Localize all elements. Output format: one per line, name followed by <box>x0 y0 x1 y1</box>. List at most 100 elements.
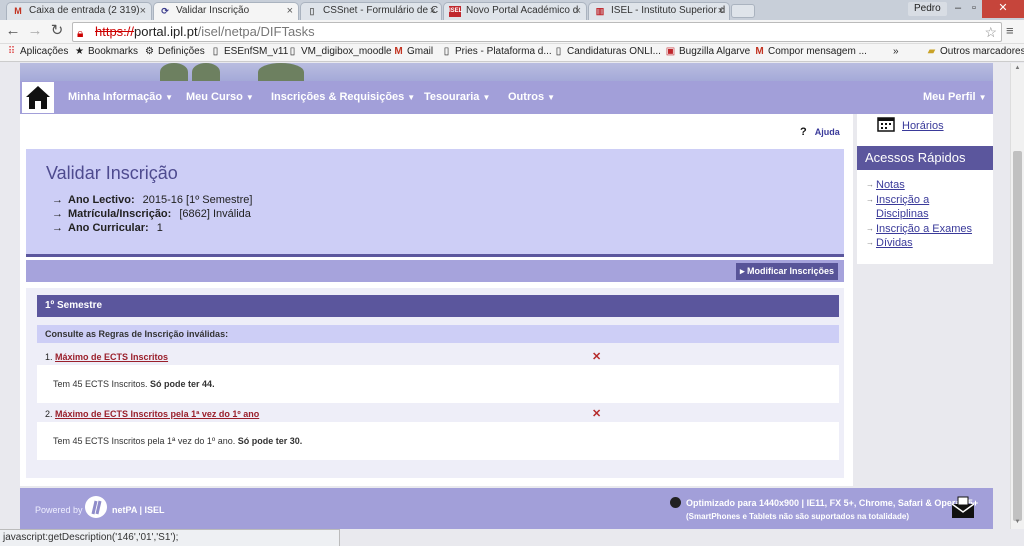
browser-support-text: Optimizado para 1440x900 | IE11, FX 5+, … <box>686 498 979 508</box>
nav-minha-informacao[interactable]: Minha Informação ▼ <box>68 91 173 103</box>
arrow-right-icon: → <box>52 208 63 220</box>
page-viewport: Minha Informação ▼ Meu Curso ▼ Inscrições … <box>0 63 1010 529</box>
modificar-inscricoes-button[interactable]: ▸ Modificar Inscrições <box>735 263 838 280</box>
quick-link-inscricao-disciplinas[interactable]: Inscrição a <box>866 193 972 208</box>
netpa-logo-icon <box>85 496 107 518</box>
url-host: portal.ipl.pt <box>134 24 198 39</box>
rule-link[interactable]: Máximo de ECTS Inscritos pela 1ª vez do … <box>55 409 259 419</box>
url-path: /isel/netpa/DIFTasks <box>197 24 315 39</box>
footer-brand: netPA | ISEL <box>112 505 165 515</box>
bookmark-compor-mensagem[interactable]: M Compor mensagem ... <box>754 46 867 57</box>
gmail-icon: M <box>755 46 764 57</box>
insecure-lock-icon: 🔒︎ <box>77 26 84 40</box>
tab-title: Caixa de entrada (2 319) <box>29 5 140 16</box>
chevron-down-icon: ▼ <box>482 93 491 102</box>
bookmarks-bar: ⠿ Aplicações ★ Bookmarks ⚙ Definições ▯ ESEn… <box>0 44 1024 62</box>
close-tab-icon[interactable]: × <box>575 5 581 17</box>
header-banner-image <box>20 63 993 81</box>
bookmark-candidaturas[interactable]: ▯ Candidaturas ONLI... <box>553 46 661 57</box>
chevron-down-icon: ▼ <box>165 93 174 102</box>
browser-tab-cssnet[interactable]: ▯ CSSnet - Formulário de C × <box>300 2 442 20</box>
tab-title: CSSnet - Formulário de C <box>323 5 439 16</box>
quick-link-inscricao-exames[interactable]: Inscrição a Exames <box>866 222 972 237</box>
close-window-icon[interactable]: ✕ <box>982 0 1024 18</box>
acessos-rapidos-header: Acessos Rápidos <box>857 146 993 170</box>
bookmark-bugzilla[interactable]: ▣ Bugzilla Algarve <box>665 46 750 57</box>
nav-meu-perfil[interactable]: Meu Perfil ▼ <box>923 91 987 103</box>
page-scrollbar[interactable]: ▲ ▼ <box>1010 63 1024 529</box>
home-icon[interactable] <box>22 82 54 113</box>
close-tab-icon[interactable]: × <box>140 5 146 17</box>
status-bar: javascript:getDescription('146','01','S1… <box>0 529 340 546</box>
bookmark-definicoes[interactable]: ⚙ Definições <box>144 46 205 57</box>
isel-icon: ISEL <box>449 6 462 17</box>
scroll-up-icon[interactable]: ▲ <box>1013 65 1022 71</box>
enrollment-summary-panel: Validar Inscrição → Ano Lectivo: 2015-16 [… <box>26 149 844 257</box>
bookmarks-overflow[interactable]: » <box>893 46 899 57</box>
bookmark-apps[interactable]: ⠿ Aplicações <box>6 46 69 57</box>
gmail-icon: M <box>14 6 22 16</box>
scroll-down-icon[interactable]: ▼ <box>1013 519 1022 525</box>
folder-icon: ▰ <box>927 46 936 57</box>
browser-tab-isel[interactable]: ▥ ISEL - Instituto Superior d × <box>588 2 730 20</box>
quick-link-inscricao-disciplinas-cont[interactable]: Disciplinas <box>867 207 972 222</box>
bookmark-outros-marcadores[interactable]: ▰ Outros marcadores <box>926 46 1024 57</box>
bookmark-vm-digibox[interactable]: ▯ VM_digibox_moodle <box>287 46 392 57</box>
gear-icon: ⚙ <box>145 46 154 57</box>
bookmark-gmail[interactable]: M Gmail <box>393 46 433 57</box>
forward-icon[interactable]: → <box>26 22 44 40</box>
nav-outros[interactable]: Outros ▼ <box>508 91 555 103</box>
chevron-down-icon: ▼ <box>407 93 416 102</box>
ipl-icon: ⟳ <box>161 6 169 16</box>
nav-tesouraria[interactable]: Tesouraria ▼ <box>424 91 490 103</box>
nav-inscricoes-requisicoes[interactable]: Inscrições & Requisições ▼ <box>271 91 415 103</box>
back-icon[interactable]: ← <box>4 22 22 40</box>
envelope-icon[interactable] <box>950 495 976 521</box>
address-bar[interactable]: 🔒︎ https://portal.ipl.pt/isel/netpa/DIFT… <box>72 22 1002 42</box>
browser-tab-bar: M Caixa de entrada (2 319) × ⟳ Validar I… <box>0 0 1024 20</box>
page-icon: ▯ <box>309 6 315 16</box>
browser-tab-validar[interactable]: ⟳ Validar Inscrição × <box>153 2 299 20</box>
close-tab-icon[interactable]: × <box>430 5 436 17</box>
reload-icon[interactable]: ↻ <box>48 22 66 40</box>
nav-meu-curso[interactable]: Meu Curso ▼ <box>186 91 254 103</box>
main-content: ? Ajuda Validar Inscrição → Ano Lectivo: 20… <box>20 114 853 486</box>
browser-tab-gmail[interactable]: M Caixa de entrada (2 319) × <box>6 2 152 20</box>
rule-description: Tem 45 ECTS Inscritos. Só pode ter 44. <box>37 365 839 403</box>
browser-toolbar: ← → ↻ 🔒︎ https://portal.ipl.pt/isel/netp… <box>0 20 1024 44</box>
semester-header: 1º Semestre <box>37 295 839 317</box>
profile-button[interactable]: Pedro <box>908 2 947 16</box>
bookmark-bookmarks[interactable]: ★ Bookmarks <box>74 46 138 57</box>
browser-tab-novo-portal[interactable]: ISEL Novo Portal Académico d × <box>443 2 587 20</box>
chevron-down-icon: ▼ <box>978 93 987 102</box>
new-tab-button[interactable] <box>731 4 755 18</box>
rule-description: Tem 45 ECTS Inscritos pela 1ª vez do 1º … <box>37 422 839 460</box>
isel-icon: ▥ <box>595 6 605 16</box>
scrollbar-thumb[interactable] <box>1013 151 1022 521</box>
bookmark-pries[interactable]: ▯ Pries - Plataforma d... <box>441 46 552 57</box>
bookmark-esenfsm[interactable]: ▯ ESEnfSM_v11 <box>210 46 289 57</box>
tab-title: Novo Portal Académico d <box>466 5 579 16</box>
quick-link-dividas[interactable]: Dívidas <box>866 236 972 251</box>
horarios-link[interactable]: Horários <box>877 120 944 132</box>
info-ano-lectivo: → Ano Lectivo: 2015-16 [1º Semestre] <box>52 194 253 206</box>
close-tab-icon[interactable]: × <box>287 5 293 17</box>
bookmark-star-icon[interactable]: ☆ <box>984 23 997 41</box>
quick-link-notas[interactable]: Notas <box>866 178 972 193</box>
help-link[interactable]: ? Ajuda <box>800 126 840 138</box>
info-matricula: → Matrícula/Inscrição: [6862] Inválida <box>52 208 251 220</box>
close-tab-icon[interactable]: × <box>718 5 724 17</box>
mobile-support-note: (SmartPhones e Tablets não são suportado… <box>686 512 910 521</box>
page-icon: ▯ <box>443 46 450 57</box>
semester-section: 1º Semestre Consulte as Regras de Inscri… <box>26 288 844 478</box>
tab-title: Validar Inscrição <box>176 5 250 16</box>
rule-link[interactable]: Máximo de ECTS Inscritos <box>55 352 168 362</box>
arrow-right-icon: → <box>52 222 63 234</box>
main-navigation: Minha Informação ▼ Meu Curso ▼ Inscrições … <box>20 81 993 114</box>
page-footer: Powered by netPA | ISEL Optimizado para … <box>20 488 993 529</box>
star-icon: ★ <box>75 46 84 57</box>
gmail-icon: M <box>394 46 403 57</box>
browser-menu-icon[interactable]: ≡ <box>1006 24 1020 38</box>
invalid-x-icon: ✕ <box>592 408 602 420</box>
bugzilla-icon: ▣ <box>665 46 676 57</box>
